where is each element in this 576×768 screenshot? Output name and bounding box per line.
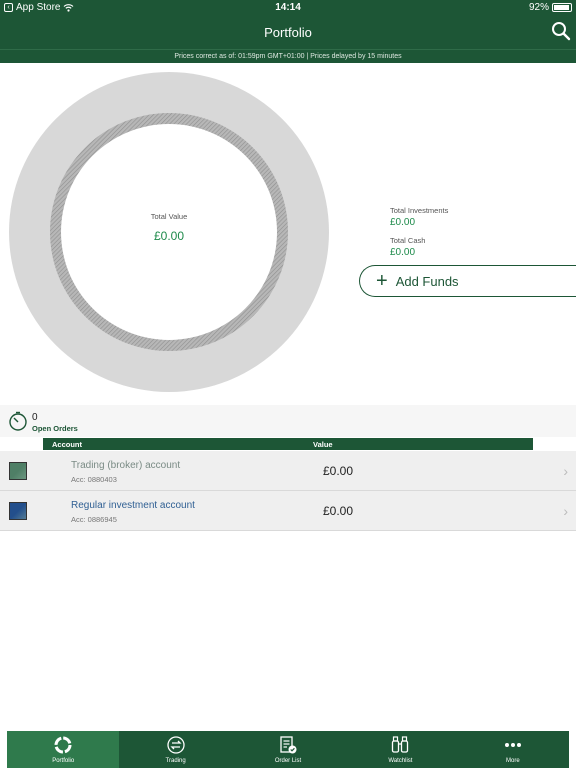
battery-percent: 92% [528, 2, 549, 13]
trading-arrows-icon [166, 736, 185, 754]
tab-label: Watchlist [388, 758, 413, 764]
binoculars-icon [392, 736, 409, 753]
tab-label: More [505, 758, 520, 764]
nav-bar: Portfolio [0, 16, 576, 49]
total-value-block: Total Value £0.00 [9, 212, 329, 243]
portfolio-screen: ‹ App Store 14:14 92% Portfolio Prices c… [0, 0, 576, 768]
total-investments-label: Total Investments [390, 206, 449, 215]
add-funds-button[interactable]: + Add Funds [359, 265, 576, 297]
tab-label: Portfolio [52, 758, 75, 764]
portfolio-ring-icon [54, 736, 72, 754]
tab-watchlist[interactable]: Watchlist [344, 731, 456, 768]
tab-label: Order List [274, 758, 302, 764]
accounts-table-header: Account Value [43, 438, 533, 450]
total-cash-label: Total Cash [390, 236, 426, 245]
order-list-icon [280, 736, 297, 754]
account-number: Acc: 0880403 [71, 475, 117, 484]
total-value-label: Total Value [150, 212, 188, 221]
open-orders-bar[interactable]: 0 Open Orders [0, 405, 576, 437]
add-funds-label: Add Funds [395, 273, 459, 289]
account-row-trading[interactable]: Trading (broker) account Acc: 0880403 £0… [0, 451, 576, 491]
tab-trading[interactable]: Trading [119, 731, 231, 768]
column-header-value: Value [313, 440, 333, 449]
search-icon[interactable] [551, 21, 571, 41]
open-orders-count: 0 [32, 412, 38, 423]
battery-icon [552, 3, 572, 12]
account-value: £0.00 [323, 504, 354, 518]
total-investments-value: £0.00 [390, 217, 416, 228]
prices-delay-note: Prices correct as of: 01:59pm GMT+01:00 … [0, 49, 576, 63]
account-name: Regular investment account [71, 500, 195, 511]
open-orders-label: Open Orders [32, 424, 78, 433]
account-value: £0.00 [323, 464, 354, 478]
more-dots-icon [504, 743, 521, 747]
tab-more[interactable]: More [457, 731, 569, 768]
chevron-right-icon: › [563, 463, 568, 479]
plus-icon: + [376, 270, 388, 292]
tab-order-list[interactable]: Order List [232, 731, 344, 768]
total-value-amount: £0.00 [153, 229, 185, 243]
status-right: 92% [529, 2, 572, 13]
bottom-tab-bar: Portfolio Trading Order List Watchlist M… [7, 731, 569, 768]
tab-label: Trading [165, 758, 186, 764]
page-title: Portfolio [264, 25, 312, 40]
account-color-swatch [9, 462, 27, 480]
total-cash-value: £0.00 [390, 247, 416, 258]
clock: 14:14 [275, 2, 301, 13]
chevron-right-icon: › [563, 503, 568, 519]
summary-block: Total Investments £0.00 Total Cash £0.00 [390, 206, 448, 266]
account-name: Trading (broker) account [71, 460, 181, 471]
tab-portfolio[interactable]: Portfolio [7, 731, 120, 768]
column-header-account: Account [52, 440, 82, 449]
status-bar: ‹ App Store 14:14 92% [0, 0, 576, 16]
stopwatch-icon [9, 411, 27, 431]
account-color-swatch [9, 502, 27, 520]
account-row-regular-investment[interactable]: Regular investment account Acc: 0886945 … [0, 491, 576, 531]
account-number: Acc: 0886945 [71, 515, 117, 524]
